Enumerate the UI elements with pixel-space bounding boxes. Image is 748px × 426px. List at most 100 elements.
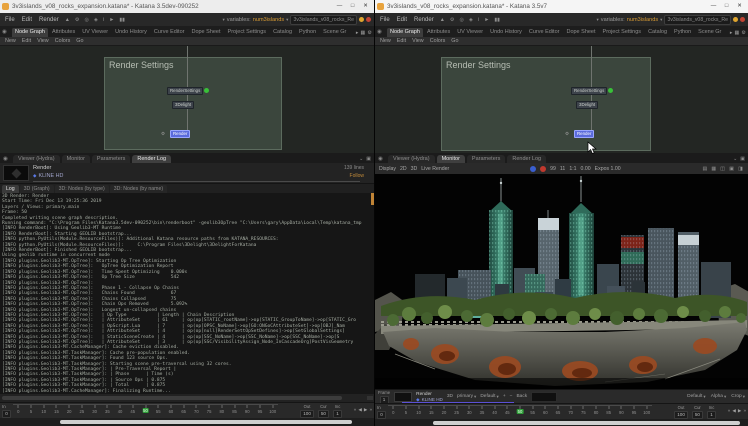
timeline-in-value[interactable]: 0 xyxy=(2,410,11,418)
pane-menu-icon[interactable]: ◉ xyxy=(377,29,382,35)
node-edit-icon[interactable]: ⚙ xyxy=(161,131,165,137)
overflow-icon[interactable]: ▸ xyxy=(356,30,359,36)
timeline-ruler[interactable]: 0510152025303540455055606570758085909510… xyxy=(388,405,652,418)
main-tab-9[interactable]: Scene Gr xyxy=(320,28,349,37)
collapse-icon[interactable]: ⌄ xyxy=(733,156,737,162)
node-graph-canvas[interactable]: Render Settings RenderSettings 3Delight … xyxy=(0,46,374,153)
chevron-down-icon[interactable]: ▾ xyxy=(286,17,288,23)
style2-select[interactable]: Default xyxy=(687,394,702,399)
main-tab-3[interactable]: Undo History xyxy=(487,28,525,37)
grid-icon[interactable]: ▦ xyxy=(360,30,365,36)
pane-tab-3[interactable]: Render Log xyxy=(507,155,546,163)
render-icon[interactable]: ◈ xyxy=(93,17,99,23)
main-tab-6[interactable]: Project Settings xyxy=(600,28,645,37)
monitor-tool-icon-0[interactable]: ▤ xyxy=(701,166,708,172)
pane-menu-icon[interactable]: ◉ xyxy=(378,156,383,162)
transport-button-0[interactable]: « xyxy=(354,407,357,413)
maximize-button[interactable]: □ xyxy=(720,0,733,13)
back-button[interactable]: Back xyxy=(516,394,527,399)
monitor-tool-icon-2[interactable]: ◫ xyxy=(719,166,726,172)
node-3delight[interactable]: 3Delight xyxy=(172,101,194,109)
overflow-icon[interactable]: ▸ xyxy=(730,30,733,36)
pane-menu-icon[interactable]: ◉ xyxy=(3,156,8,162)
live-render-button[interactable]: Live Render xyxy=(421,166,449,172)
timeline-inc-value[interactable]: 1 xyxy=(707,411,716,419)
chevron-down-icon[interactable]: ▾ xyxy=(596,17,598,23)
exposure-value[interactable]: 0.00 xyxy=(581,166,591,172)
render-log-subtab-1[interactable]: 3D (Graph) xyxy=(20,185,54,193)
pane-tab-2[interactable]: Parameters xyxy=(92,155,130,163)
main-tab-3[interactable]: Undo History xyxy=(112,28,150,37)
view-select[interactable]: primary xyxy=(457,394,473,399)
frame-value[interactable]: 1 xyxy=(380,396,389,404)
gamma-value[interactable]: Expos 1.00 xyxy=(595,166,621,172)
minimize-button[interactable]: — xyxy=(707,0,720,13)
close-button[interactable]: ✕ xyxy=(359,0,372,13)
timeline-cur-value[interactable]: 50 xyxy=(318,410,329,418)
render-log-subtab-3[interactable]: 3D: Nodes (by name) xyxy=(110,185,167,193)
variables-value[interactable]: num3islands xyxy=(627,17,658,23)
gear-icon[interactable]: ⚙ xyxy=(367,30,372,36)
nodegraph-menu-3[interactable]: Colors xyxy=(55,38,71,44)
pause-icon[interactable]: ▮▮ xyxy=(118,17,126,23)
chevron-down-icon[interactable]: ▾ xyxy=(660,17,662,23)
pane-tab-1[interactable]: Monitor xyxy=(62,155,90,163)
main-tab-6[interactable]: Project Settings xyxy=(225,28,270,37)
grid-icon[interactable]: ▦ xyxy=(734,30,739,36)
main-tab-9[interactable]: Scene Gr xyxy=(695,28,724,37)
main-tab-2[interactable]: UV Viewer xyxy=(454,28,486,37)
titlebar-left[interactable]: 3v3islands_v08_rocks_expansion.katana* -… xyxy=(0,0,374,13)
info-icon[interactable]: i xyxy=(477,17,480,23)
node-graph-canvas[interactable]: Render Settings RenderSettings 3Delight … xyxy=(375,46,748,153)
log-horizontal-scrollbar[interactable] xyxy=(0,394,374,402)
menu-render[interactable]: Render xyxy=(37,17,61,23)
channel-red-icon[interactable] xyxy=(540,166,546,172)
timeline-cur-value[interactable]: 50 xyxy=(692,411,703,419)
timeline-in-value[interactable]: 0 xyxy=(377,411,386,419)
pause-icon[interactable]: ▮▮ xyxy=(493,17,501,23)
node-3delight[interactable]: 3Delight xyxy=(576,101,598,109)
monitor-tool-icon-3[interactable]: ▣ xyxy=(728,166,735,172)
undo-icon[interactable]: ▲ xyxy=(439,17,446,23)
pane-tab-1[interactable]: Monitor xyxy=(437,155,465,163)
transport-button-0[interactable]: « xyxy=(728,408,731,414)
filename-field[interactable]: 3v3islands_v08_rocks_Re xyxy=(290,15,357,25)
maximize-button[interactable]: □ xyxy=(346,0,359,13)
render-log-output[interactable]: 3D Render: RenderStart Time: Fri Dec 13 … xyxy=(0,193,374,394)
menu-file[interactable]: File xyxy=(378,17,392,23)
main-tab-2[interactable]: UV Viewer xyxy=(79,28,111,37)
main-tab-7[interactable]: Catalog xyxy=(270,28,295,37)
menu-file[interactable]: File xyxy=(3,17,17,23)
alpha-select[interactable]: Alpha xyxy=(711,394,723,399)
monitor-tool-icon-1[interactable]: ▦ xyxy=(710,166,717,172)
node-render-selected[interactable]: Render xyxy=(574,130,594,138)
render-log-subtab-2[interactable]: 3D: Nodes (by type) xyxy=(55,185,109,193)
stop-indicator-icon[interactable] xyxy=(740,17,745,22)
scrollbar-thumb[interactable] xyxy=(60,420,352,424)
zoom-out-icon[interactable]: − xyxy=(510,394,513,399)
timeline-out-value[interactable]: 100 xyxy=(300,410,314,418)
nodegraph-menu-0[interactable]: New xyxy=(5,38,16,44)
scrollbar-thumb[interactable] xyxy=(2,396,342,400)
pane-tab-3[interactable]: Render Log xyxy=(132,155,171,163)
nodegraph-menu-2[interactable]: View xyxy=(37,38,49,44)
backdrop-box[interactable]: Render Settings xyxy=(441,57,651,151)
render-icon[interactable]: ◈ xyxy=(468,17,474,23)
nodegraph-menu-1[interactable]: Edit xyxy=(22,38,31,44)
render-indicator-icon[interactable] xyxy=(359,17,364,22)
settings-icon[interactable]: ⚙ xyxy=(449,17,456,23)
render-log-subtab-0[interactable]: Log xyxy=(2,185,19,193)
timeline-inc-value[interactable]: 1 xyxy=(333,410,342,418)
main-tab-5[interactable]: Dope Sheet xyxy=(563,28,598,37)
timeline-ruler[interactable]: 0510152025303540455055606570758085909510… xyxy=(13,404,278,417)
node-rendersettings[interactable]: RenderSettings xyxy=(571,87,607,95)
zoom-level[interactable]: 1:1 xyxy=(569,166,576,172)
main-tab-8[interactable]: Python xyxy=(671,28,694,37)
main-tab-7[interactable]: Catalog xyxy=(645,28,670,37)
chevron-down-icon[interactable]: ▾ xyxy=(222,17,224,23)
channel-blue-icon[interactable] xyxy=(530,166,536,172)
menu-edit[interactable]: Edit xyxy=(395,17,409,23)
node-edit-icon[interactable]: ⚙ xyxy=(565,131,569,137)
timeline-out-value[interactable]: 100 xyxy=(674,411,688,419)
monitor-tool-icon-4[interactable]: ◨ xyxy=(737,166,744,172)
